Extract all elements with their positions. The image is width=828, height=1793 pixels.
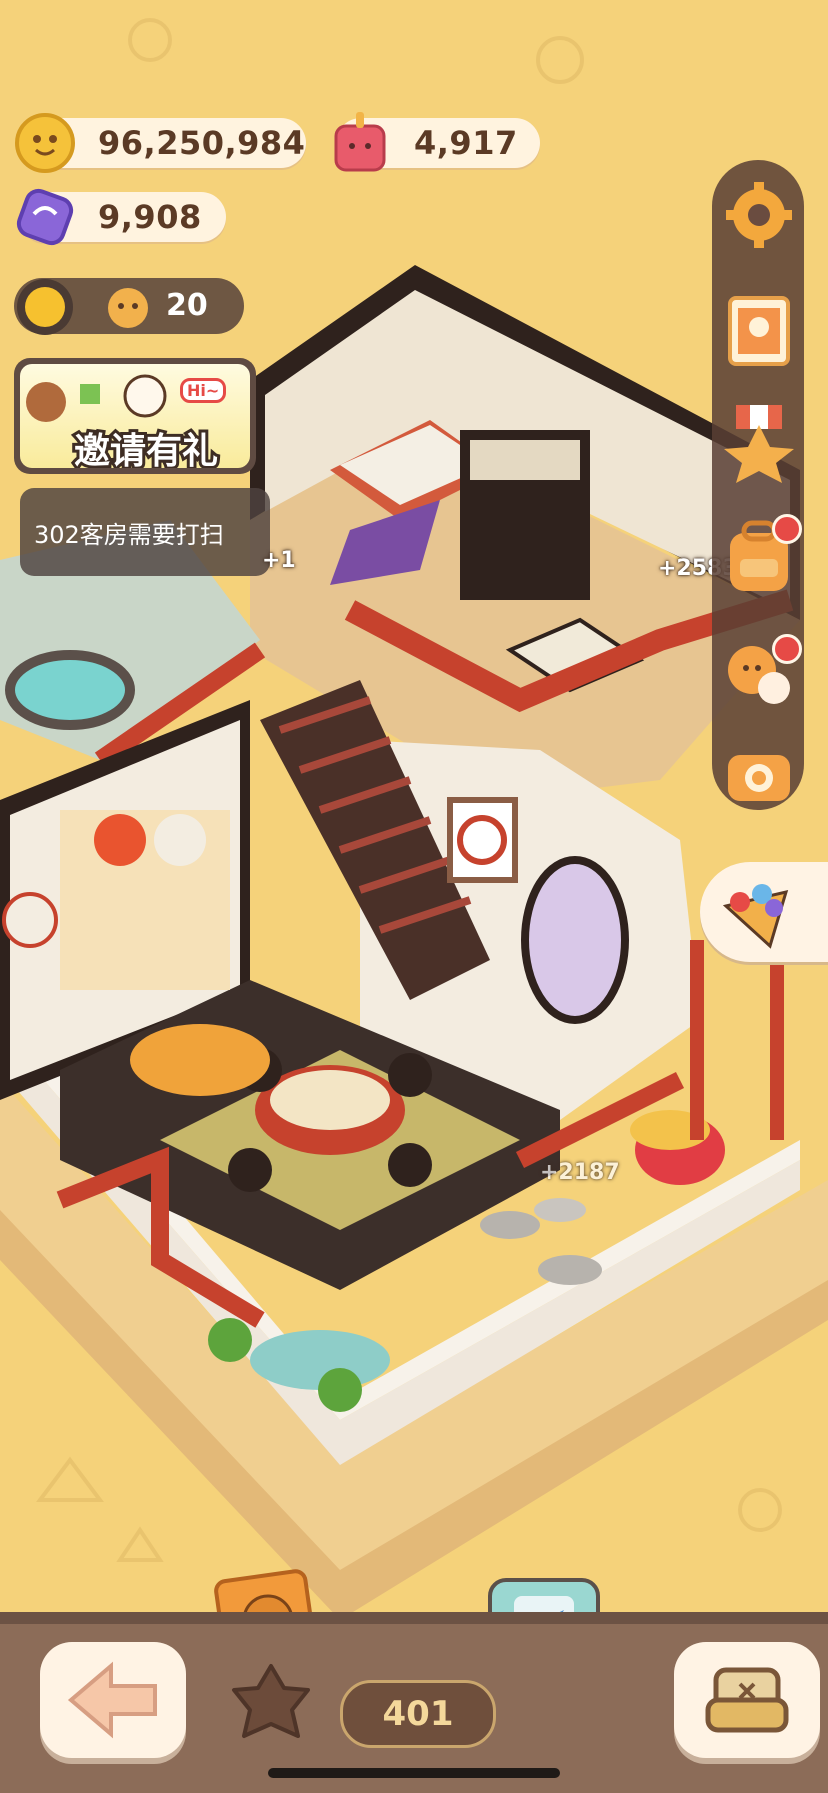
level-value: 401 — [382, 1694, 454, 1734]
level-indicator[interactable]: 401 — [340, 1680, 496, 1748]
energy-value: 20 — [166, 288, 208, 323]
coin-value: 96,250,984 — [98, 124, 306, 162]
hi-badge: Hi~ — [180, 378, 227, 403]
camera-button[interactable] — [724, 740, 794, 810]
invite-characters-icon — [26, 382, 100, 422]
sun-icon — [17, 279, 73, 335]
coin-icon — [15, 113, 75, 173]
medal-button[interactable] — [724, 405, 794, 483]
gear-icon — [726, 182, 792, 248]
back-button[interactable] — [40, 1642, 186, 1758]
home-indicator — [268, 1768, 560, 1778]
medal-icon — [724, 405, 794, 483]
invite-banner[interactable]: Hi~ 邀请有礼 — [14, 358, 256, 474]
task-text: 302客房需要打扫 — [34, 520, 224, 549]
cookie-face-icon — [108, 288, 148, 328]
arrow-left-icon — [67, 1661, 157, 1739]
camera-icon — [728, 755, 790, 801]
stamp-icon — [728, 296, 790, 366]
settings-button[interactable] — [724, 180, 794, 250]
ticket-value: 9,908 — [98, 198, 202, 236]
reward-float-1: +1 — [262, 548, 296, 573]
furniture-button[interactable] — [674, 1642, 820, 1758]
invite-label: 邀请有礼 — [71, 428, 221, 468]
reward-float-3: +2187 — [540, 1160, 620, 1185]
crystal-icon — [16, 188, 74, 246]
sofa-icon — [705, 1667, 789, 1733]
candle-gem-icon — [334, 112, 386, 172]
gem-value: 4,917 — [414, 124, 518, 162]
flower-icon[interactable] — [228, 1660, 314, 1746]
smile-face-icon — [123, 374, 167, 418]
stamp-button[interactable] — [724, 296, 794, 366]
task-notice[interactable]: 302客房需要打扫 — [20, 488, 270, 576]
friends-alert-badge — [772, 634, 802, 664]
right-sidebar — [712, 160, 804, 810]
gift-popup-button[interactable] — [700, 862, 828, 962]
gift-bouquet-icon — [722, 884, 789, 949]
backpack-alert-badge — [772, 514, 802, 544]
